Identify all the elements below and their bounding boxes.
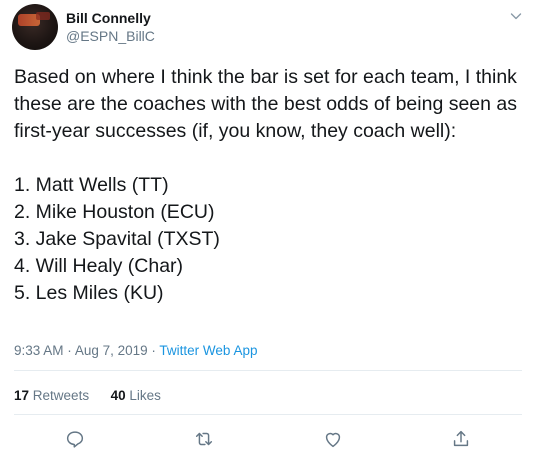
heart-icon[interactable] (322, 428, 344, 450)
retweets-stat[interactable]: 17 Retweets (14, 387, 89, 404)
separator-dot: · (151, 343, 156, 358)
tweet-card: Bill Connelly @ESPN_BillC Based on where… (0, 0, 536, 460)
separator-dot: · (67, 343, 72, 358)
tweet-stats: 17 Retweets 40 Likes (14, 387, 161, 404)
tweet-date[interactable]: Aug 7, 2019 (75, 343, 148, 358)
likes-stat[interactable]: 40 Likes (111, 387, 161, 404)
retweets-label: Retweets (32, 388, 90, 403)
chevron-down-icon[interactable] (509, 9, 523, 23)
author-handle[interactable]: @ESPN_BillC (66, 28, 155, 45)
avatar-image-detail (36, 12, 50, 20)
divider (14, 414, 522, 415)
share-icon[interactable] (450, 428, 472, 450)
divider (14, 370, 522, 371)
avatar[interactable] (12, 4, 58, 50)
retweets-count: 17 (14, 388, 30, 403)
tweet-actions (0, 428, 536, 450)
tweet-time[interactable]: 9:33 AM (14, 343, 64, 358)
likes-count: 40 (110, 388, 126, 403)
tweet-source-link[interactable]: Twitter Web App (159, 343, 257, 358)
tweet-text: Based on where I think the bar is set fo… (14, 66, 518, 304)
author-display-name[interactable]: Bill Connelly (66, 10, 151, 27)
tweet-timestamp-row: 9:33 AM · Aug 7, 2019 · Twitter Web App (14, 342, 257, 359)
reply-icon[interactable] (64, 428, 86, 450)
likes-label: Likes (129, 388, 161, 403)
retweet-icon[interactable] (193, 428, 215, 450)
